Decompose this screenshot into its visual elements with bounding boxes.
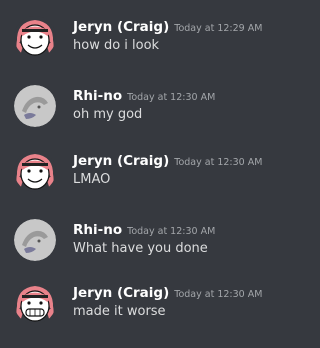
message-text: LMAO [73, 172, 111, 187]
message-text: What have you done [73, 241, 208, 256]
message-header: Rhi-no Today at 12:30 AM [73, 85, 215, 104]
message: Rhi-no Today at 12:30 AM What have you do… [0, 219, 299, 285]
message: Jeryn (Craig) Today at 12:30 AM LMAO [0, 150, 299, 216]
author-name[interactable]: Rhi-no [73, 88, 122, 104]
message-timestamp: Today at 12:30 AM [174, 289, 263, 300]
message-text: oh my god [73, 107, 143, 122]
rhino-avatar-icon[interactable] [14, 219, 56, 261]
author-name[interactable]: Jeryn (Craig) [73, 153, 169, 169]
author-name[interactable]: Jeryn (Craig) [73, 19, 169, 35]
message-text: how do i look [73, 38, 160, 53]
message: Jeryn (Craig) Today at 12:29 AM how do i … [0, 16, 299, 82]
message-text: made it worse [73, 304, 166, 319]
chat-log: Jeryn (Craig) Today at 12:29 AM how do i … [0, 0, 299, 347]
author-name[interactable]: Jeryn (Craig) [73, 285, 169, 301]
message-header: Jeryn (Craig) Today at 12:29 AM [73, 16, 262, 35]
message-timestamp: Today at 12:30 AM [127, 92, 216, 103]
message-timestamp: Today at 12:30 AM [174, 157, 263, 168]
message-timestamp: Today at 12:29 AM [174, 23, 263, 34]
jeryn-avatar-icon[interactable] [14, 16, 56, 58]
message: Jeryn (Craig) Today at 12:30 AM made it w… [0, 282, 299, 348]
jeryn-avatar-icon[interactable] [14, 282, 56, 324]
message-header: Jeryn (Craig) Today at 12:30 AM [73, 150, 262, 169]
message-timestamp: Today at 12:30 AM [127, 226, 216, 237]
message: Rhi-no Today at 12:30 AM oh my god [0, 85, 299, 151]
author-name[interactable]: Rhi-no [73, 222, 122, 238]
message-header: Rhi-no Today at 12:30 AM [73, 219, 215, 238]
jeryn-avatar-icon[interactable] [14, 150, 56, 192]
message-header: Jeryn (Craig) Today at 12:30 AM [73, 282, 262, 301]
rhino-avatar-icon[interactable] [14, 85, 56, 127]
